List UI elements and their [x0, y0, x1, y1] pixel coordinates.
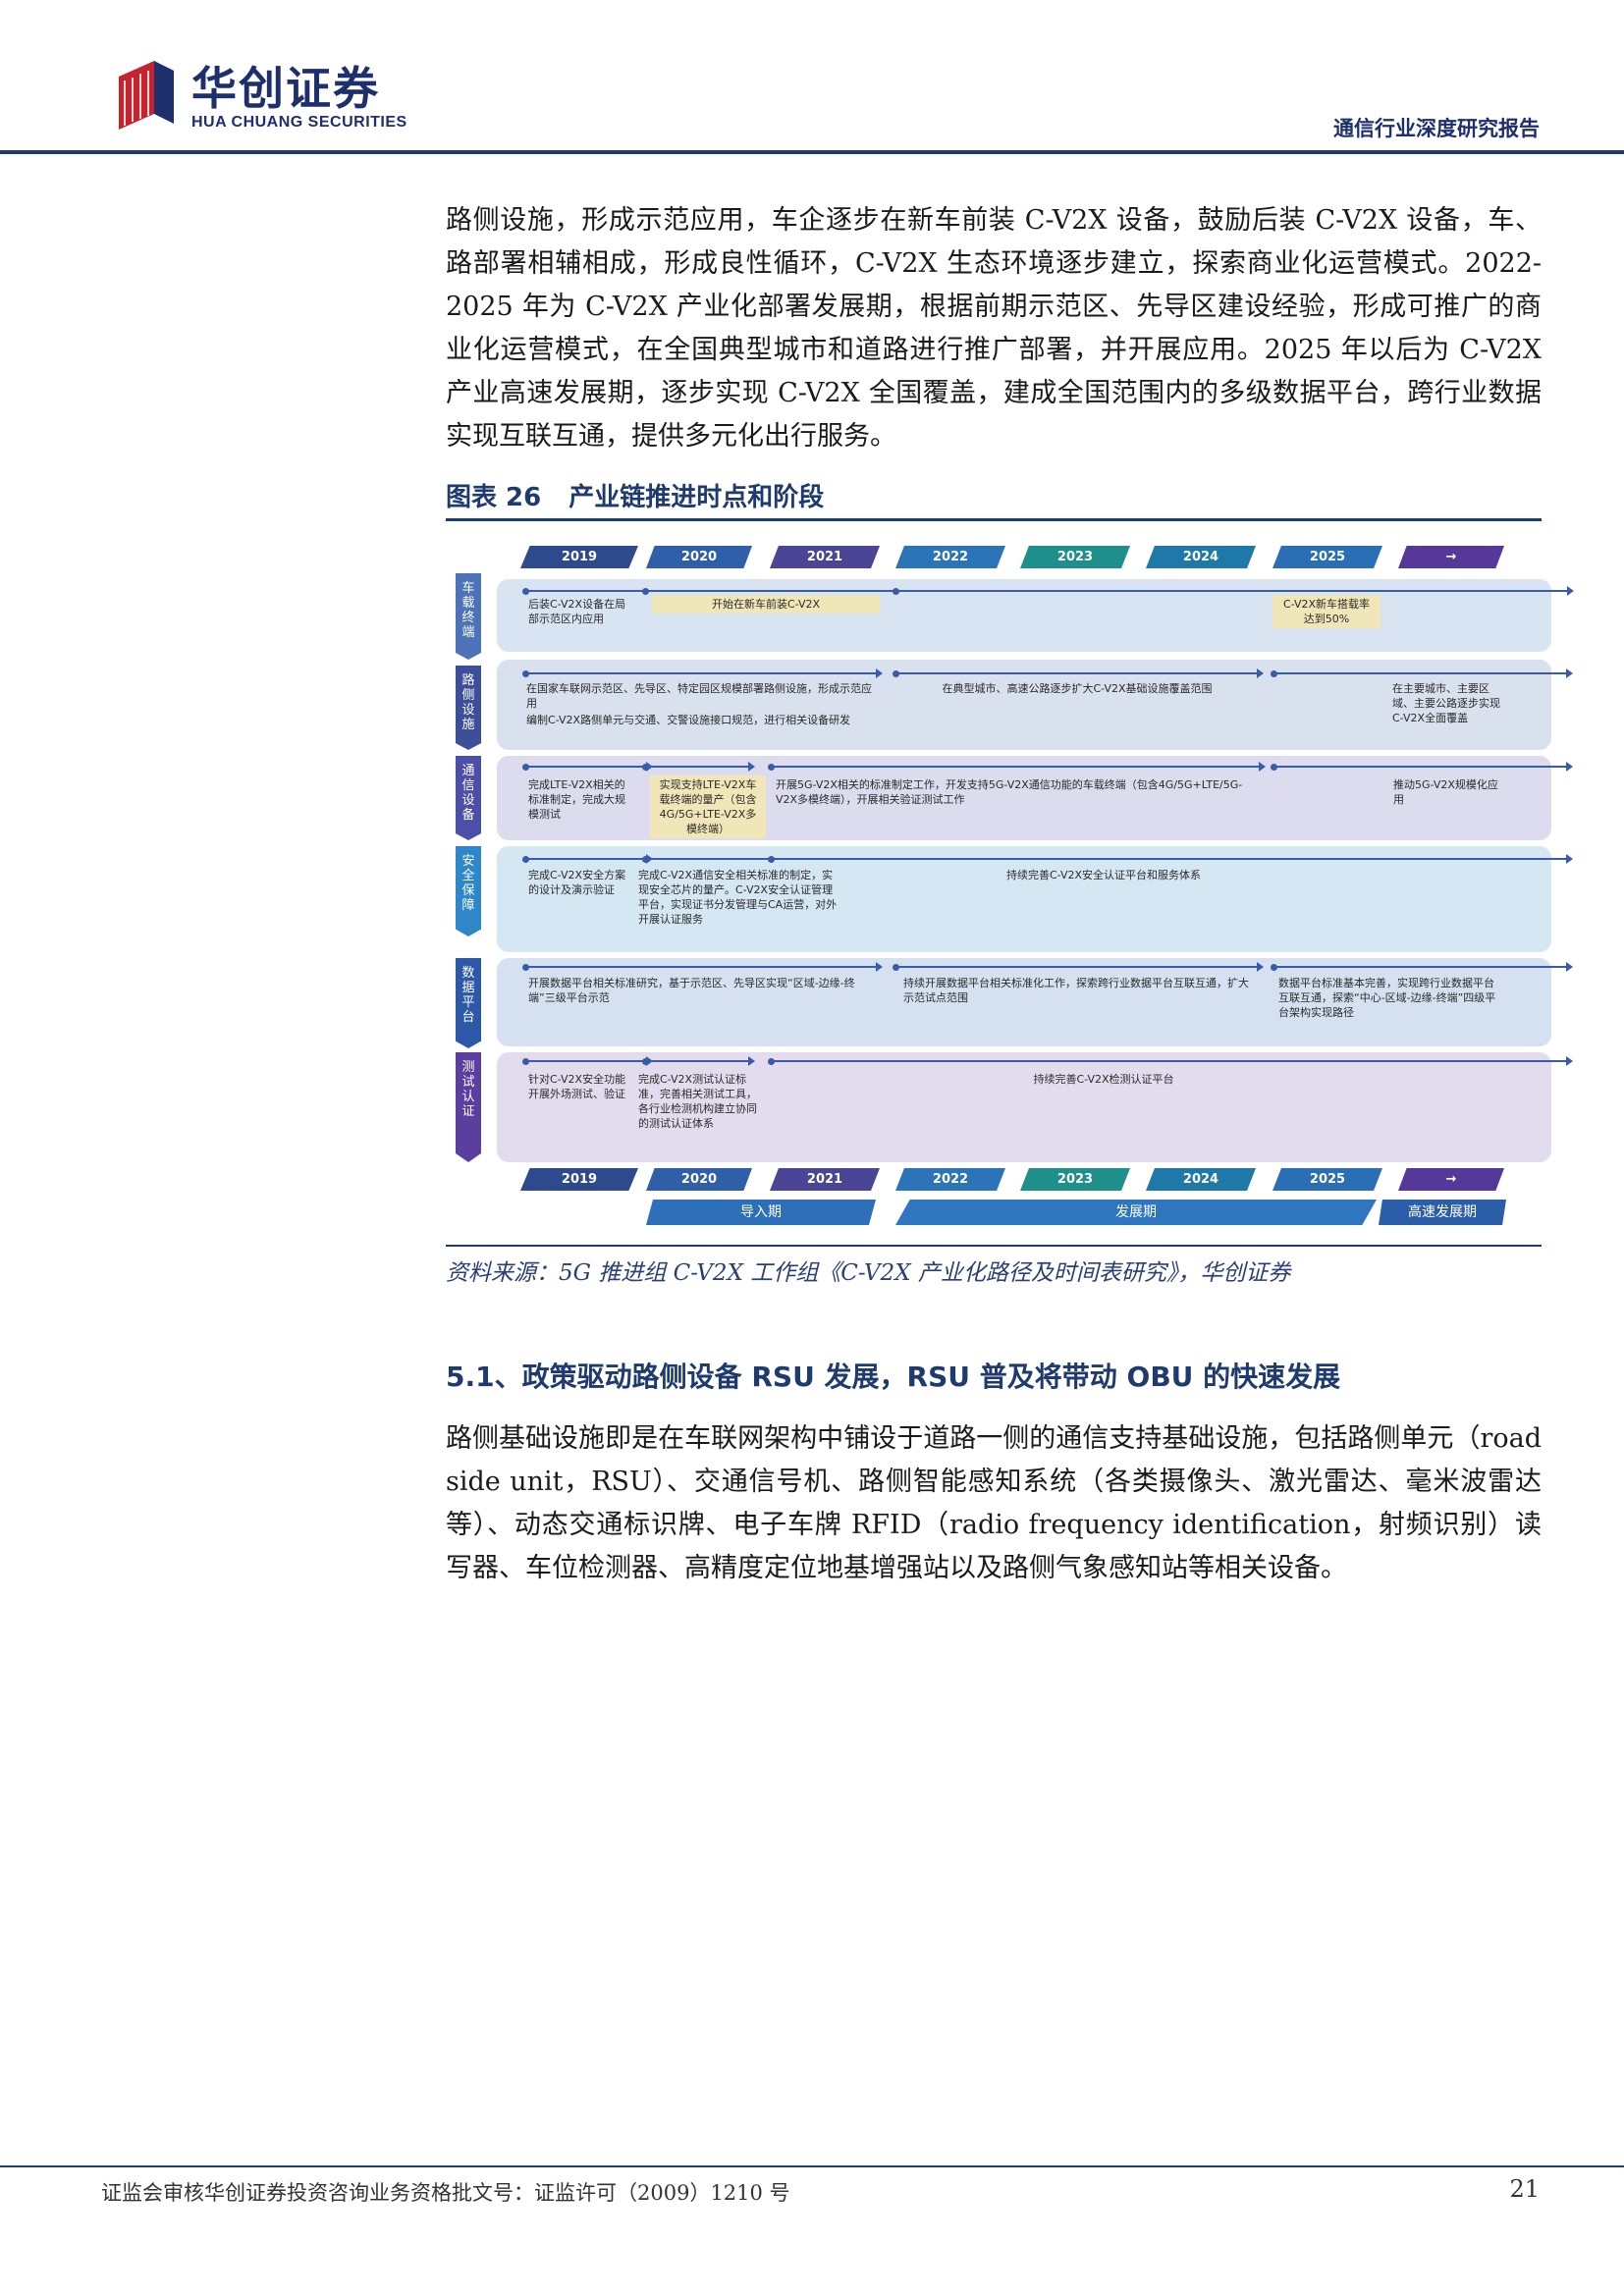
logo-english-name: HUA CHUANG SECURITIES [191, 114, 407, 131]
timeline-dot [522, 964, 529, 971]
timeline-arrow [524, 962, 883, 972]
year-label: 2024 [1146, 546, 1256, 568]
page-number: 21 [1509, 2175, 1540, 2203]
phase-label: 高速发展期 [1379, 1200, 1506, 1225]
timeline-arrow [524, 586, 1574, 596]
row-item-text: 在典型城市、高速公路逐步扩大C-V2X基础设施覆盖范围 [942, 682, 1213, 695]
row-item-text-highlight: 开始在新车前装C-V2X [652, 595, 880, 614]
timeline-dot [642, 764, 649, 771]
timeline-arrow [652, 1056, 755, 1066]
logo-chinese-name: 华创证券 [191, 62, 380, 115]
row-tab-communication-equipment: 通信设备 [456, 756, 481, 840]
row-item-text: 完成C-V2X测试认证标准，完善相关测试工具，各行业检测机构建立协同的测试认证体… [638, 1073, 757, 1130]
year-label: 2022 [895, 546, 1005, 568]
year-label: 2021 [770, 1168, 880, 1191]
row-tab-vehicle-terminal: 车载终端 [456, 573, 481, 660]
figure-top-rule [446, 518, 1542, 521]
row-tab-testing-certification: 测试认证 [456, 1052, 481, 1162]
timeline-dot [642, 588, 649, 595]
intro-paragraph: 路侧设施，形成示范应用，车企逐步在新车前装 C-V2X 设备，鼓励后装 C-V2… [446, 205, 1542, 452]
row-item-text: 推动5G-V2X规模化应用 [1393, 778, 1498, 806]
figure-title: 图表 26 产业链推进时点和阶段 [446, 477, 824, 513]
figure-caption: 产业链推进时点和阶段 [568, 483, 825, 512]
row-tab-data-platform: 数据平台 [456, 958, 481, 1048]
timeline-dot [768, 856, 775, 863]
timeline-dot [1271, 670, 1277, 677]
section-paragraph: 路侧基础设施即是在车联网架构中铺设于道路一侧的通信支持基础设施，包括路侧单元（r… [446, 1423, 1542, 1583]
year-label: → [1398, 546, 1504, 568]
timeline-arrow [652, 762, 755, 772]
timeline-dot [1271, 764, 1277, 771]
figure-source: 资料来源：5G 推进组 C-V2X 工作组《C-V2X 产业化路径及时间表研究》… [446, 1260, 1291, 1286]
timeline-arrow [895, 668, 1264, 678]
timeline-arrow [524, 668, 883, 678]
logo-mark-icon [119, 61, 174, 130]
report-type: 通信行业深度研究报告 [1333, 117, 1540, 140]
year-label: 2023 [1020, 546, 1130, 568]
footer-license: 证监会审核华创证券投资咨询业务资格批文号：证监许可（2009）1210 号 [101, 2181, 790, 2205]
timeline-dot [893, 964, 899, 971]
row-tab-roadside-facilities: 路侧设施 [456, 666, 481, 750]
timeline-dot [768, 1058, 775, 1065]
year-label: 2022 [895, 1168, 1005, 1191]
row-item-text: 在国家车联网示范区、先导区、特定园区规模部署路侧设施，形成示范应用 [526, 682, 872, 710]
timeline-dot [893, 588, 899, 595]
year-label: 2019 [520, 1168, 638, 1191]
row-item-text: 完成C-V2X通信安全相关标准的制定，实现安全芯片的量产。C-V2X安全认证管理… [638, 869, 838, 926]
header-divider [0, 150, 1624, 154]
timeline-arrow [524, 1056, 653, 1066]
section-title: 5.1、政策驱动路侧设备 RSU 发展，RSU 普及将带动 OBU 的快速发展 [446, 1361, 1341, 1393]
row-item-text: 针对C-V2X安全功能开展外场测试、验证 [528, 1073, 626, 1100]
timeline-figure: 2019 2020 2021 2022 2023 2024 2025 → 车载终… [446, 538, 1574, 1237]
timeline-dot [642, 1058, 649, 1065]
year-label: 2020 [646, 546, 752, 568]
timeline-arrow [1273, 668, 1573, 678]
row-item-text: 完成C-V2X安全方案的设计及演示验证 [528, 869, 626, 896]
row-item-text: 持续完善C-V2X检测认证平台 [1033, 1073, 1174, 1086]
timeline-arrow [524, 762, 653, 772]
year-label: 2025 [1272, 1168, 1382, 1191]
timeline-dot [522, 588, 529, 595]
row-item-text: 开展数据平台相关标准研究，基于示范区、先导区实现“区域-边缘-终端”三级平台示范 [528, 977, 855, 1004]
figure-bottom-rule [446, 1245, 1542, 1247]
row-item-text: 持续开展数据平台相关标准化工作，探索跨行业数据平台互联互通，扩大示范试点范围 [903, 977, 1249, 1004]
footer-divider [0, 2165, 1624, 2167]
year-label: 2025 [1272, 546, 1382, 568]
timeline-arrow [1273, 762, 1573, 772]
timeline-dot [642, 856, 649, 863]
row-tab-security-assurance: 安全保障 [456, 846, 481, 936]
row-item-text-highlight: 实现支持LTE-V2X车载终端的量产（包含4G/5G+LTE-V2X多模终端） [650, 775, 766, 838]
phase-label: 导入期 [646, 1200, 876, 1225]
timeline-arrow [895, 962, 1264, 972]
year-label: 2021 [770, 546, 880, 568]
timeline-dot [768, 764, 775, 771]
row-item-text: 后装C-V2X设备在局部示范区内应用 [528, 598, 626, 625]
row-item-text: 持续完善C-V2X安全认证平台和服务体系 [1005, 869, 1202, 881]
row-item-text: 编制C-V2X路侧单元与交通、交警设施接口规范，进行相关设备研发 [526, 714, 851, 726]
timeline-arrow [770, 1056, 1573, 1066]
row-item-text: 完成LTE-V2X相关的标准制定，完成大规模测试 [528, 778, 625, 821]
timeline-dot [893, 670, 899, 677]
year-label: → [1398, 1168, 1504, 1191]
timeline-dot [1271, 964, 1277, 971]
year-label: 2019 [520, 546, 638, 568]
year-label: 2023 [1020, 1168, 1130, 1191]
year-label: 2020 [646, 1168, 752, 1191]
timeline-arrow [1273, 962, 1573, 972]
row-item-text-highlight: C-V2X新车搭载率达到50% [1272, 595, 1380, 628]
timeline-arrow [770, 762, 1266, 772]
row-item-text: 在主要城市、主要区域、主要公路逐步实现C-V2X全面覆盖 [1392, 682, 1500, 724]
timeline-arrow [652, 854, 1573, 864]
timeline-dot [522, 1058, 529, 1065]
timeline-dot [522, 856, 529, 863]
figure-number: 图表 26 [446, 483, 542, 512]
row-item-text: 数据平台标准基本完善，实现跨行业数据平台互联互通，探索“中心-区域-边缘-终端”… [1278, 977, 1496, 1019]
company-logo: 华创证券 HUA CHUANG SECURITIES [105, 59, 406, 133]
timeline-dot [522, 670, 529, 677]
row-item-text: 开展5G-V2X相关的标准制定工作，开发支持5G-V2X通信功能的车载终端（包含… [776, 778, 1243, 806]
timeline-dot [522, 764, 529, 771]
year-label: 2024 [1146, 1168, 1256, 1191]
phase-label: 发展期 [895, 1200, 1377, 1225]
timeline-arrow [524, 854, 653, 864]
